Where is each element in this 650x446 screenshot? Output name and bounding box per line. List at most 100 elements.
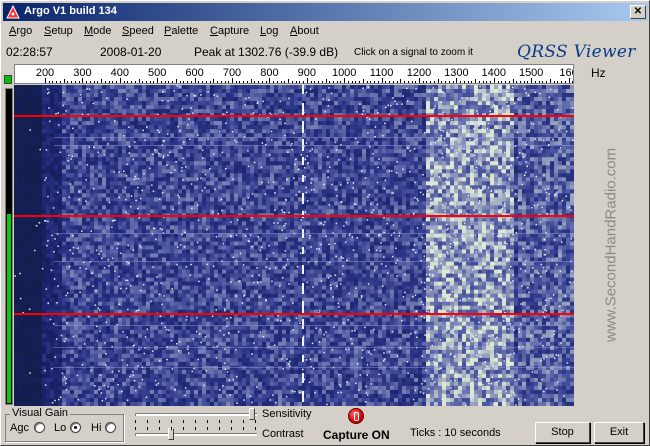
- frequency-tick: [119, 78, 121, 83]
- frequency-tick: [482, 81, 484, 83]
- frequency-tick: [400, 79, 402, 83]
- frequency-tick: [396, 81, 398, 83]
- gain-option-agc-label: Agc: [10, 422, 29, 434]
- menu-log[interactable]: Log: [260, 25, 278, 37]
- frequency-tick: [448, 81, 450, 83]
- frequency-tick: [493, 78, 495, 83]
- marker-line: [14, 115, 574, 117]
- slider-tick: [231, 420, 232, 423]
- frequency-tick: [433, 81, 435, 83]
- frequency-tick: [250, 79, 252, 83]
- gain-radio-lo[interactable]: [70, 422, 81, 433]
- frequency-tick: [501, 81, 503, 83]
- zoom-hint: Click on a signal to zoom it: [354, 47, 473, 58]
- frequency-tick: [45, 78, 46, 83]
- frequency-tick: [568, 78, 570, 83]
- frequency-tick: [157, 78, 159, 83]
- sensitivity-slider-ticks: [135, 420, 257, 423]
- frequency-tick: [295, 81, 297, 83]
- frequency-tick: [82, 78, 84, 83]
- frequency-tick: [149, 81, 151, 83]
- ticks-interval: Ticks : 10 seconds: [410, 427, 501, 439]
- close-button[interactable]: ✕: [630, 5, 646, 19]
- spectrogram-waterfall[interactable]: [14, 85, 574, 406]
- peak-readout: Peak at 1302.76 (-39.9 dB): [194, 45, 339, 59]
- frequency-tick: [112, 81, 114, 83]
- frequency-tick: [97, 81, 99, 83]
- frequency-tick: [183, 81, 185, 83]
- menu-mode[interactable]: Mode: [84, 25, 112, 37]
- frequency-tick: [377, 81, 379, 83]
- status-row: 02:28:57 2008-01-20 Peak at 1302.76 (-39…: [1, 42, 646, 62]
- exit-button[interactable]: Exit: [594, 422, 644, 443]
- frequency-tick: [198, 81, 200, 83]
- slider-tick: [219, 427, 220, 430]
- menu-about[interactable]: About: [290, 25, 319, 37]
- frequency-tick: [362, 79, 364, 83]
- frequency-tick: [93, 81, 95, 83]
- frequency-scale[interactable]: 200 300 400 500 600 700 800 900 1000 1100 1200 1300…: [14, 64, 574, 84]
- signal-indicator: [4, 75, 12, 84]
- frequency-tick: [452, 81, 454, 83]
- frequency-tick: [516, 81, 518, 83]
- frequency-tick: [527, 81, 529, 83]
- menu-setup[interactable]: Setup: [44, 25, 73, 37]
- frequency-tick: [463, 81, 465, 83]
- clock-time: 02:28:57: [6, 45, 53, 59]
- slider-tick: [147, 420, 148, 423]
- frequency-tick: [160, 81, 162, 83]
- slider-tick: [255, 420, 256, 423]
- marker-line: [14, 313, 574, 315]
- gain-radio-agc[interactable]: [34, 422, 45, 433]
- frequency-tick: [336, 81, 338, 83]
- slider-tick: [171, 427, 172, 430]
- frequency-tick: [419, 78, 420, 83]
- spectrogram-canvas: [14, 85, 574, 406]
- menu-capture[interactable]: Capture: [210, 25, 249, 37]
- frequency-tick: [475, 79, 477, 83]
- frequency-tick: [486, 81, 488, 83]
- frequency-tick: [205, 81, 207, 83]
- menu-palette[interactable]: Palette: [164, 25, 198, 37]
- frequency-tick: [89, 81, 91, 83]
- frequency-tick: [235, 81, 237, 83]
- frequency-tick: [261, 81, 263, 83]
- frequency-tick: [411, 81, 413, 83]
- frequency-tick: [564, 81, 566, 83]
- frequency-tick: [437, 79, 439, 83]
- slider-tick: [195, 427, 196, 430]
- sensitivity-slider-track[interactable]: [135, 413, 257, 416]
- frequency-tick: [153, 81, 155, 83]
- frequency-tick: [321, 81, 323, 83]
- frequency-tick: [512, 79, 514, 83]
- menu-argo[interactable]: Argo: [9, 25, 32, 37]
- slider-tick: [231, 427, 232, 430]
- frequency-tick: [340, 81, 342, 83]
- frequency-tick: [190, 81, 192, 83]
- frequency-tick: [74, 81, 76, 83]
- frequency-tick: [531, 78, 533, 83]
- frequency-tick: [224, 81, 226, 83]
- window-title: Argo V1 build 134: [24, 5, 117, 17]
- stop-button[interactable]: Stop: [535, 422, 590, 443]
- frequency-tick: [497, 81, 499, 83]
- title-bar[interactable]: Argo V1 build 134 ✕: [3, 3, 648, 21]
- close-icon: ✕: [633, 6, 643, 17]
- frequency-tick: [359, 81, 361, 83]
- contrast-label: Contrast: [262, 428, 304, 440]
- frequency-tick: [445, 81, 447, 83]
- contrast-slider-track[interactable]: [135, 433, 257, 436]
- gain-radio-hi[interactable]: [105, 422, 116, 433]
- frequency-tick: [258, 81, 260, 83]
- frequency-tick: [508, 81, 510, 83]
- frequency-tick: [254, 81, 256, 83]
- frequency-tick: [318, 81, 320, 83]
- frequency-tick: [127, 81, 129, 83]
- sensitivity-slider-thumb[interactable]: [249, 408, 255, 420]
- frequency-tick: [519, 81, 521, 83]
- frequency-unit: Hz: [591, 66, 606, 80]
- menu-speed[interactable]: Speed: [122, 25, 154, 37]
- watermark: www.SecondHandRadio.com: [575, 85, 647, 406]
- slider-tick: [255, 427, 256, 430]
- frequency-tick: [232, 78, 233, 83]
